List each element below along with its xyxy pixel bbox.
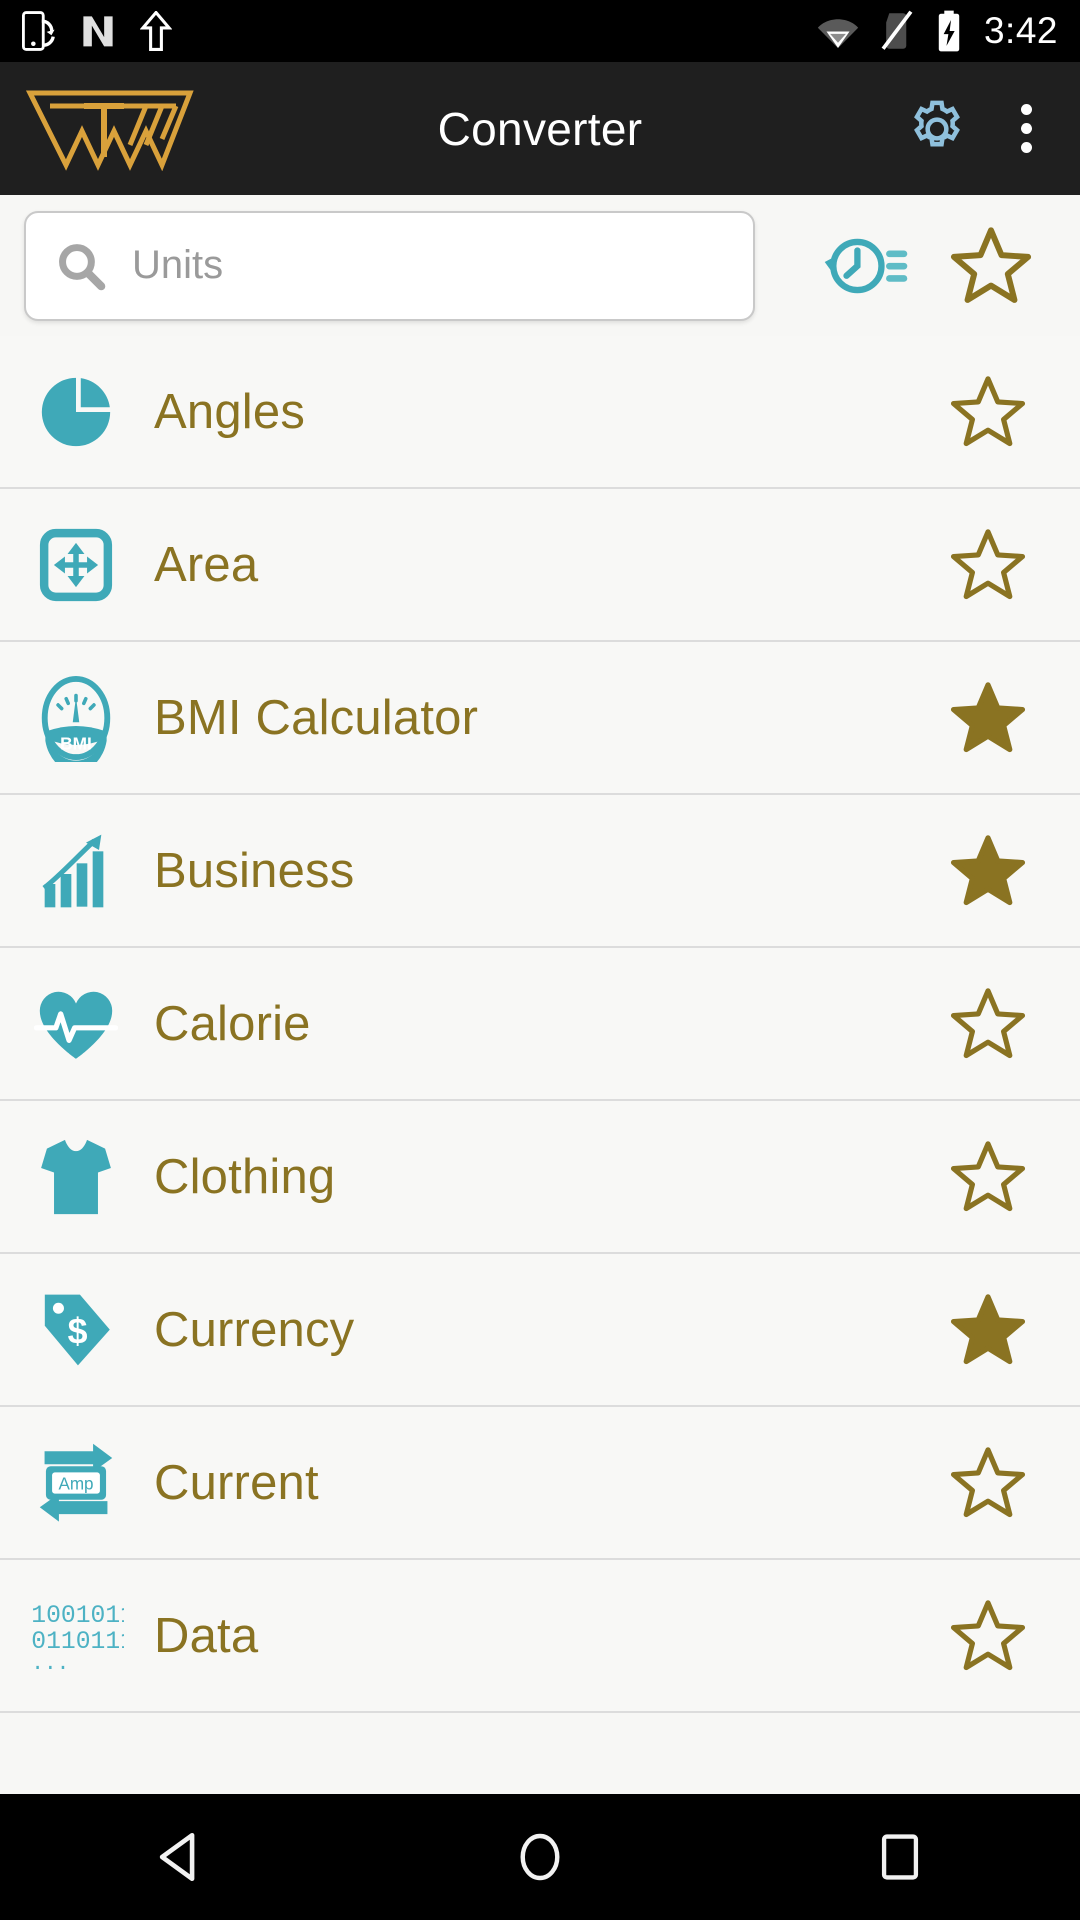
star-outline-icon: [950, 1446, 1026, 1517]
list-item[interactable]: Calorie: [0, 948, 1080, 1101]
more-vertical-icon-dot: [1020, 123, 1032, 134]
search-icon: [59, 243, 106, 290]
history-button[interactable]: [806, 231, 926, 301]
overflow-menu-button[interactable]: [1004, 96, 1054, 162]
tw-logo[interactable]: [25, 87, 194, 171]
status-bar-left-icons: [22, 11, 172, 51]
bar-chart-growth-icon: [22, 816, 130, 926]
list-item-favorite-toggle[interactable]: [918, 526, 1058, 604]
nav-back-button[interactable]: [105, 1794, 255, 1920]
star-filled-icon: [950, 1293, 1026, 1364]
phone-rotate-icon: [22, 11, 55, 51]
list-item-label: Business: [154, 843, 355, 898]
star-outline-icon: [950, 987, 1026, 1058]
list-item[interactable]: Angles: [0, 336, 1080, 489]
list-item[interactable]: 1001011 0110111 ... Data: [0, 1560, 1080, 1713]
main-content: Units Angles Area BMI BMI Calculator Bus…: [0, 195, 1080, 1920]
list-item[interactable]: Area: [0, 489, 1080, 642]
list-item[interactable]: BMI BMI Calculator: [0, 642, 1080, 795]
no-sim-icon: [881, 10, 913, 50]
star-outline-icon: [950, 1140, 1026, 1211]
list-item-label: Current: [154, 1455, 319, 1510]
status-bar-right-icons: 3:42: [816, 9, 1058, 53]
list-item-favorite-toggle[interactable]: [918, 1291, 1058, 1369]
list-item-label: Currency: [154, 1302, 355, 1357]
resize-arrows-icon: [22, 510, 130, 620]
history-list-icon: [824, 238, 908, 293]
search-input[interactable]: Units: [24, 210, 755, 321]
search-row: Units: [0, 195, 1080, 336]
android-navigation-bar: [0, 1794, 1080, 1920]
star-outline-icon: [950, 375, 1026, 446]
app-bar-actions: [904, 96, 1054, 162]
star-outline-icon: [950, 1599, 1026, 1670]
star-outline-icon: [950, 528, 1026, 599]
list-item-favorite-toggle[interactable]: [918, 985, 1058, 1063]
amp-swap-icon: Amp: [22, 1428, 130, 1538]
home-circle-icon: [520, 1833, 560, 1881]
list-item[interactable]: Business: [0, 795, 1080, 948]
binary-line-1: 1001011: [31, 1601, 124, 1629]
upload-arrow-icon: [140, 11, 172, 51]
star-filled-icon: [950, 681, 1026, 752]
pie-chart-icon: [22, 357, 130, 467]
list-item-label: Area: [154, 537, 259, 592]
list-item-label: Angles: [154, 384, 306, 439]
favorites-filter-button[interactable]: [926, 224, 1056, 308]
settings-button[interactable]: [904, 96, 970, 162]
list-item[interactable]: Amp Current: [0, 1407, 1080, 1560]
amp-icon-label: Amp: [58, 1474, 93, 1493]
bmi-icon-label: BMI: [60, 733, 92, 753]
unit-category-list: Angles Area BMI BMI Calculator Business …: [0, 336, 1080, 1713]
list-item-favorite-toggle[interactable]: [918, 1444, 1058, 1522]
list-item-favorite-toggle[interactable]: [918, 1597, 1058, 1675]
list-item-label: Data: [154, 1608, 259, 1663]
heart-pulse-icon: [22, 969, 130, 1079]
list-item-favorite-toggle[interactable]: [918, 373, 1058, 451]
nfc-n-icon: [83, 16, 113, 47]
list-item-favorite-toggle[interactable]: [918, 1138, 1058, 1216]
list-item-label: Calorie: [154, 996, 311, 1051]
wifi-icon: [817, 19, 859, 49]
nav-home-button[interactable]: [465, 1794, 615, 1920]
price-tag-dollar-icon: $: [22, 1275, 130, 1385]
battery-charging-icon: [938, 10, 960, 52]
tshirt-icon: [22, 1122, 130, 1232]
status-clock: 3:42: [983, 10, 1058, 51]
list-item[interactable]: $ Currency: [0, 1254, 1080, 1407]
phone-screen: 3:42 Converter Units Angles Area BMI BMI…: [0, 0, 1080, 1920]
list-item-favorite-toggle[interactable]: [918, 679, 1058, 757]
list-item-label: Clothing: [154, 1149, 336, 1204]
star-filled-icon: [950, 834, 1026, 905]
binary-line-3: ...: [31, 1651, 69, 1675]
back-triangle-icon: [159, 1832, 195, 1882]
list-item[interactable]: Clothing: [0, 1101, 1080, 1254]
app-bar: Converter: [0, 62, 1080, 195]
status-bar: 3:42: [0, 0, 1080, 62]
nav-recents-button[interactable]: [825, 1794, 975, 1920]
list-item-label: BMI Calculator: [154, 690, 479, 745]
more-vertical-icon-dot: [1020, 104, 1032, 115]
svg-text:$: $: [68, 1311, 88, 1351]
list-item-favorite-toggle[interactable]: [918, 832, 1058, 910]
gear-icon: [914, 100, 960, 146]
bmi-gauge-icon: BMI: [22, 663, 130, 773]
recents-square-icon: [881, 1834, 919, 1880]
more-vertical-icon-dot: [1020, 142, 1032, 153]
binary-data-icon: 1001011 0110111 ...: [22, 1581, 130, 1691]
search-placeholder: Units: [132, 243, 224, 287]
search-actions: [806, 224, 1056, 308]
star-outline-icon: [950, 226, 1032, 303]
